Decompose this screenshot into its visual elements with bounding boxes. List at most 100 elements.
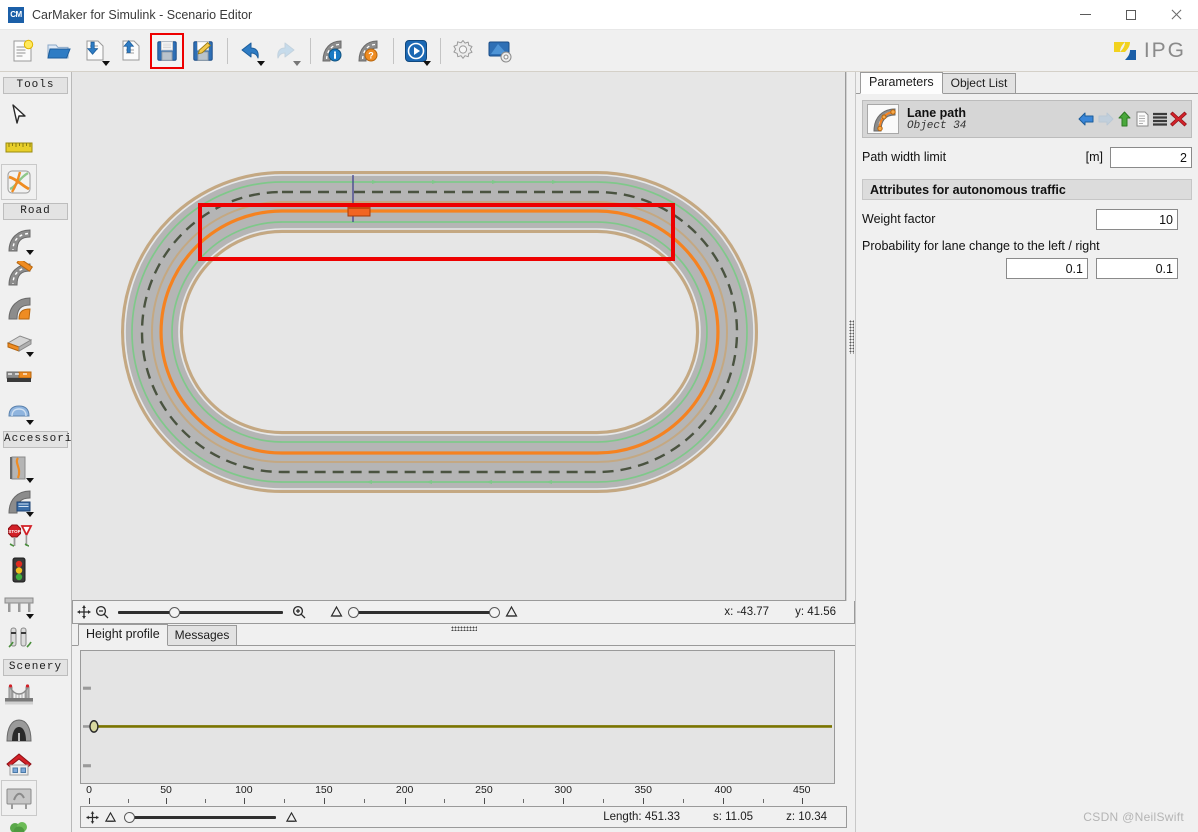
panel-splitter[interactable]: [846, 72, 855, 601]
tilt-slider-knob-left[interactable]: [348, 606, 359, 618]
palette-item-select[interactable]: [2, 97, 36, 131]
lane-path-thumbnail-icon: [873, 108, 896, 132]
pan-move-icon[interactable]: [86, 810, 99, 824]
cursor-arrow-icon: [12, 104, 26, 124]
rotate-right-icon[interactable]: [505, 605, 518, 619]
axis-tick-label: 0: [86, 784, 92, 797]
palette-item-building[interactable]: [2, 747, 36, 781]
axis-tick-label: 400: [714, 784, 733, 797]
zoom-slider[interactable]: [118, 606, 283, 618]
palette-item-bridge[interactable]: [2, 679, 36, 713]
minimize-button[interactable]: [1063, 0, 1108, 30]
path-width-limit-input[interactable]: 2: [1110, 146, 1192, 168]
palette-item-tunnel[interactable]: [2, 713, 36, 747]
palette-item-billboard[interactable]: [1, 780, 37, 816]
z-status: z: 10.34: [786, 811, 827, 823]
document-icon[interactable]: [1135, 111, 1150, 127]
app-icon: CM: [8, 6, 24, 23]
tab-messages[interactable]: Messages: [166, 625, 238, 645]
save-button[interactable]: [150, 32, 184, 69]
palette-item-bridge-object[interactable]: [2, 393, 36, 427]
profile-zoom-slider-knob[interactable]: [124, 811, 135, 823]
palette-item-lane-path[interactable]: [2, 291, 36, 325]
chevron-down-icon: [26, 614, 34, 619]
parameters-panel: Parameters Object List Lane path Object …: [855, 72, 1198, 832]
palette-item-traffic-light[interactable]: [2, 553, 36, 587]
zoom-out-icon[interactable]: [95, 605, 109, 619]
house-icon: [6, 753, 32, 776]
palette-group-tools-header: Tools: [3, 77, 68, 94]
zoom-slider-knob[interactable]: [169, 606, 181, 618]
probability-right-input[interactable]: 0.1: [1096, 258, 1178, 279]
weight-factor-input[interactable]: 10: [1096, 208, 1178, 230]
road-help-icon: ?: [358, 39, 378, 61]
road-junction-icon: [8, 261, 33, 286]
maximize-icon: [1125, 9, 1136, 20]
arrow-left-icon[interactable]: [1078, 111, 1095, 127]
scale-icon[interactable]: [285, 811, 298, 824]
palette-item-traffic-sign[interactable]: STOP: [2, 519, 36, 553]
scenario-map-canvas[interactable]: [72, 72, 846, 601]
road-info-button[interactable]: [316, 33, 350, 69]
new-file-button[interactable]: [6, 33, 40, 69]
toolbar-separator: [393, 37, 394, 64]
maximize-button[interactable]: [1108, 0, 1153, 30]
pan-move-icon[interactable]: [77, 605, 91, 619]
height-profile-plot[interactable]: [80, 650, 835, 785]
axis-tick-label: 100: [235, 784, 253, 797]
run-simulation-button[interactable]: [399, 33, 433, 69]
floppy-save-as-icon: [193, 40, 213, 61]
palette-group-tools: [0, 96, 71, 200]
list-lines-icon[interactable]: [1152, 111, 1168, 127]
road-help-button[interactable]: ?: [352, 33, 386, 69]
tab-object-list[interactable]: Object List: [941, 73, 1017, 93]
palette-item-road-marking[interactable]: [2, 451, 36, 485]
chevron-down-icon: [26, 250, 34, 255]
height-profile-axis: 0 50 100 150 200 250 300 350 400 450: [80, 784, 835, 810]
palette-item-map[interactable]: [1, 164, 37, 200]
axis-tick-label: 250: [475, 784, 493, 797]
height-profile-chart: [82, 686, 833, 768]
tilt-slider-knob-right[interactable]: [489, 606, 501, 618]
settings-button[interactable]: [446, 33, 480, 69]
axis-tick-label: 300: [554, 784, 572, 797]
palette-item-measure[interactable]: [2, 131, 36, 165]
tab-parameters[interactable]: Parameters: [860, 72, 943, 94]
undo-button[interactable]: [233, 33, 267, 69]
path-width-limit-unit: [m]: [1085, 150, 1103, 164]
road-map-icon: [7, 170, 31, 194]
palette-item-road-elevation[interactable]: [2, 325, 36, 359]
redo-button[interactable]: [269, 33, 303, 69]
palette-item-tree[interactable]: [2, 815, 36, 832]
monitor-gear-icon: [488, 41, 511, 62]
close-button[interactable]: [1153, 0, 1198, 30]
road-lane-path-icon: [8, 297, 31, 320]
scenario-editor-window: CM CarMaker for Simulink - Scenario Edit…: [0, 0, 1198, 832]
palette-item-road-surface[interactable]: [2, 359, 36, 393]
display-settings-button[interactable]: [482, 33, 516, 69]
window-controls: [1063, 0, 1198, 30]
save-as-button[interactable]: [186, 33, 220, 69]
palette-item-road-junction[interactable]: [2, 257, 36, 291]
export-button[interactable]: [114, 33, 148, 69]
open-file-button[interactable]: [42, 33, 76, 69]
arrow-up-icon[interactable]: [1116, 111, 1133, 127]
rotate-left-icon[interactable]: [330, 605, 343, 619]
palette-item-guardrail[interactable]: [2, 587, 36, 621]
palette-item-road-segment[interactable]: [2, 223, 36, 257]
zoom-in-icon[interactable]: [292, 605, 306, 619]
tilt-slider[interactable]: [348, 606, 501, 618]
palette-item-barrier-post[interactable]: [2, 621, 36, 655]
scale-icon[interactable]: [104, 811, 117, 824]
tab-height-profile[interactable]: Height profile: [78, 624, 168, 646]
stop-sign-icon: STOP: [8, 524, 33, 547]
import-button[interactable]: [78, 33, 112, 69]
lane-change-probability-label: Probability for lane change to the left …: [862, 239, 1100, 253]
ipg-logo: IPG: [1112, 39, 1186, 63]
profile-zoom-slider[interactable]: [124, 811, 276, 823]
delete-x-icon[interactable]: [1170, 111, 1187, 127]
horizontal-splitter-grip-icon[interactable]: [450, 626, 477, 631]
probability-left-input[interactable]: 0.1: [1006, 258, 1088, 279]
arrow-right-disabled-icon[interactable]: [1097, 111, 1114, 127]
palette-item-road-sign-panel[interactable]: [2, 485, 36, 519]
